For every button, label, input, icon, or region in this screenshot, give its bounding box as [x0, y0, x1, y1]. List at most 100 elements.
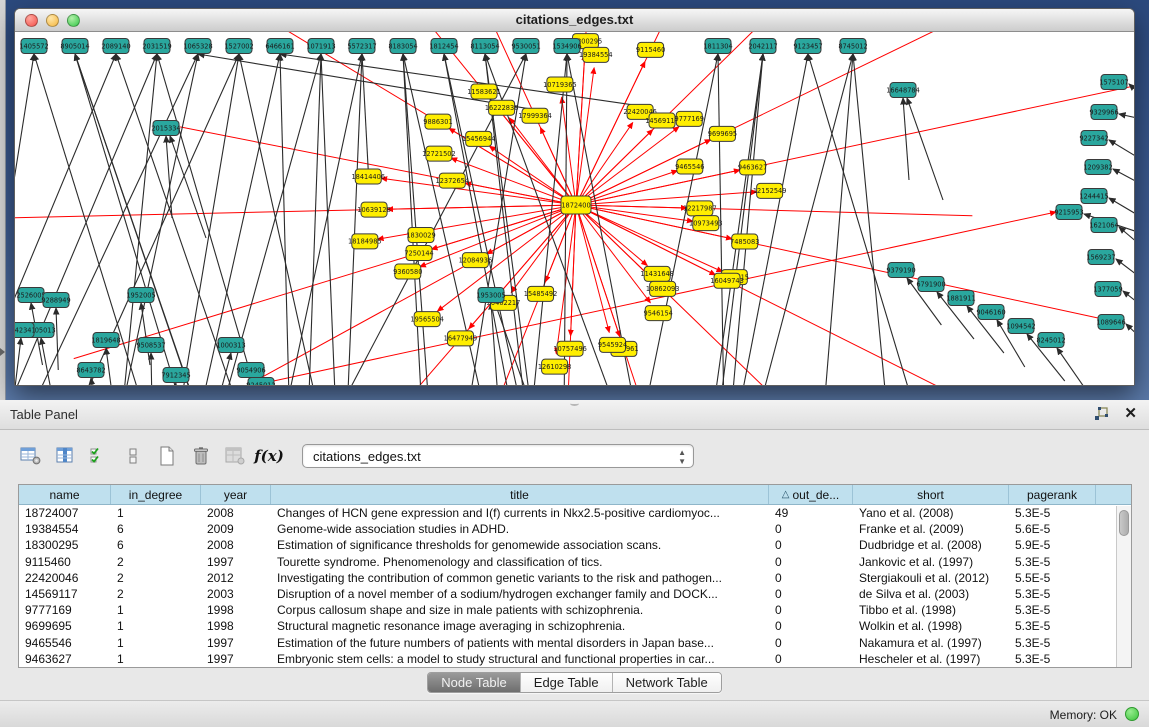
network-node[interactable]: 1209382 [1083, 160, 1112, 175]
network-node[interactable]: 1094542 [1006, 319, 1035, 334]
table-cell[interactable]: Corpus callosum shape and size in male p… [271, 602, 769, 618]
column-header-year[interactable]: year [201, 485, 271, 504]
show-columns-button[interactable] [50, 442, 80, 470]
network-node[interactable]: 9115460 [636, 42, 665, 57]
table-cell[interactable]: 2012 [201, 570, 271, 586]
table-row[interactable]: 911546021997Tourette syndrome. Phenomeno… [19, 554, 1131, 570]
network-node[interactable]: 1377059 [1093, 282, 1122, 297]
network-canvas[interactable]: 1830029519384554911546022420046145691179… [15, 32, 1134, 385]
network-node[interactable]: 10719365 [543, 77, 577, 92]
network-node[interactable]: 2015334 [151, 121, 180, 136]
network-node[interactable]: 16477949 [444, 331, 478, 346]
table-cell[interactable]: 9463627 [19, 651, 111, 667]
network-node[interactable]: 6791900 [916, 277, 945, 292]
network-node[interactable]: 2089140 [101, 39, 130, 54]
table-cell[interactable]: 14569117 [19, 586, 111, 602]
network-node[interactable]: 9465546 [675, 159, 704, 174]
network-node[interactable]: 17999364 [518, 108, 552, 123]
network-node[interactable]: 8183054 [388, 39, 417, 54]
network-node[interactable]: 5572317 [347, 39, 376, 54]
network-node[interactable]: 18414406 [351, 169, 385, 184]
table-cell[interactable]: 0 [769, 651, 853, 667]
network-node[interactable]: 1527002 [224, 39, 253, 54]
table-row[interactable]: 977716911998Corpus callosum shape and si… [19, 602, 1131, 618]
network-node[interactable]: 2031519 [142, 39, 171, 54]
column-header-out_de[interactable]: △out_de... [769, 485, 853, 504]
network-node[interactable]: 12721502 [422, 146, 456, 161]
table-cell[interactable]: 2003 [201, 586, 271, 602]
table-cell[interactable]: 0 [769, 521, 853, 537]
network-node[interactable]: 9360580 [393, 264, 422, 279]
tab-edge-table[interactable]: Edge Table [521, 673, 613, 692]
network-node[interactable]: 1569237 [1086, 250, 1115, 265]
network-node[interactable]: 1819648 [91, 333, 120, 348]
table-row[interactable]: 2242004622012Investigating the contribut… [19, 570, 1131, 586]
network-node[interactable]: 7250144 [404, 246, 433, 261]
network-node[interactable]: 1830029 [406, 228, 435, 243]
network-node[interactable]: 1953005 [476, 288, 505, 303]
network-node[interactable]: 8245012 [1036, 333, 1065, 348]
zoom-button[interactable] [67, 14, 80, 27]
network-node[interactable]: 12610298 [538, 359, 572, 374]
table-cell[interactable]: Franke et al. (2009) [853, 521, 1009, 537]
network-node[interactable]: 9545924 [598, 337, 627, 352]
table-cell[interactable]: 22420046 [19, 570, 111, 586]
table-cell[interactable]: Tourette syndrome. Phenomenology and cla… [271, 554, 769, 570]
table-cell[interactable]: 0 [769, 618, 853, 634]
table-cell[interactable]: 5.3E-5 [1009, 554, 1096, 570]
network-node[interactable]: 7912345 [161, 368, 190, 383]
network-node[interactable]: 16049743 [710, 273, 744, 288]
close-panel-icon[interactable]: ✕ [1124, 406, 1137, 422]
network-node[interactable]: 9463627 [738, 160, 767, 175]
network-node[interactable]: 15485492 [524, 286, 558, 301]
close-button[interactable] [25, 14, 38, 27]
table-cell[interactable]: Estimation of significance thresholds fo… [271, 537, 769, 553]
table-cell[interactable]: 18300295 [19, 537, 111, 553]
table-cell[interactable]: 2009 [201, 521, 271, 537]
table-cell[interactable]: Structural magnetic resonance image aver… [271, 618, 769, 634]
table-cell[interactable]: 2008 [201, 537, 271, 553]
network-node[interactable]: 1071913 [306, 39, 335, 54]
table-selector[interactable]: citations_edges.txt ▲▼ [302, 444, 694, 468]
network-node[interactable]: 15456944 [462, 131, 496, 146]
table-cell[interactable]: Wolkin et al. (1998) [853, 618, 1009, 634]
table-cell[interactable]: Genome-wide association studies in ADHD. [271, 521, 769, 537]
network-node[interactable]: 1812454 [429, 39, 458, 54]
network-node[interactable]: 8745012 [838, 39, 867, 54]
table-cell[interactable]: 1998 [201, 618, 271, 634]
table-cell[interactable]: Investigating the contribution of common… [271, 570, 769, 586]
table-cell[interactable]: 1997 [201, 651, 271, 667]
table-cell[interactable]: 1 [111, 618, 201, 634]
column-header-in_degree[interactable]: in_degree [111, 485, 201, 504]
table-cell[interactable]: 0 [769, 570, 853, 586]
split-pane-handle[interactable] [570, 401, 579, 406]
table-cell[interactable]: 2 [111, 570, 201, 586]
network-node[interactable]: 9530051 [511, 39, 540, 54]
table-cell[interactable]: Dudbridge et al. (2008) [853, 537, 1009, 553]
network-node[interactable]: 1575107 [1099, 75, 1128, 90]
minimize-button[interactable] [46, 14, 59, 27]
network-node[interactable]: 19565504 [410, 312, 444, 327]
table-cell[interactable]: Changes of HCN gene expression and I(f) … [271, 505, 769, 521]
table-cell[interactable]: 1 [111, 505, 201, 521]
network-node[interactable]: 10639128 [357, 202, 391, 217]
network-node[interactable]: 9379190 [886, 263, 915, 278]
network-node[interactable]: 9215953 [1054, 205, 1083, 220]
vertical-scrollbar[interactable] [1116, 506, 1131, 668]
table-cell[interactable]: 5.3E-5 [1009, 602, 1096, 618]
table-cell[interactable]: 5.3E-5 [1009, 505, 1096, 521]
unselect-all-columns-button[interactable] [118, 442, 148, 470]
table-cell[interactable]: 1 [111, 635, 201, 651]
network-node[interactable]: 1811304 [703, 39, 732, 54]
network-node[interactable]: 9046160 [976, 305, 1005, 320]
table-cell[interactable]: 2 [111, 554, 201, 570]
table-cell[interactable]: 49 [769, 505, 853, 521]
network-node[interactable]: 9288949 [41, 293, 70, 308]
delete-columns-button[interactable] [186, 442, 216, 470]
network-window[interactable]: citations_edges.txt 18300295193845549115… [14, 8, 1135, 386]
table-cell[interactable]: 0 [769, 537, 853, 553]
float-panel-icon[interactable] [1093, 406, 1109, 422]
table-row[interactable]: 1872400712008Changes of HCN gene express… [19, 505, 1131, 521]
table-cell[interactable]: 0 [769, 554, 853, 570]
table-cell[interactable]: 5.3E-5 [1009, 635, 1096, 651]
